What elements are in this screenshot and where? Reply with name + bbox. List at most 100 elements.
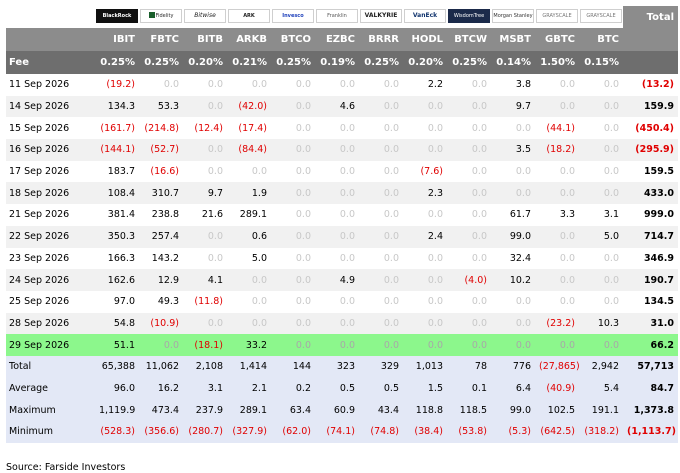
flow-value: 0.0 bbox=[471, 252, 487, 264]
fee-value: 0.20% bbox=[183, 51, 227, 74]
flow-value: 0.0 bbox=[295, 252, 311, 264]
flow-value: 0.0 bbox=[427, 296, 443, 308]
flow-value: 0.0 bbox=[359, 225, 403, 248]
summary-label: Maximum bbox=[6, 399, 95, 421]
flow-value: 0.0 bbox=[603, 122, 619, 134]
flow-value: 0.0 bbox=[339, 252, 355, 264]
flow-value: 0.0 bbox=[579, 139, 623, 161]
daily-flow-row: 21 Sep 2026 381.4 238.8 21.6 289.1 0.0 0.0 0.0 0… bbox=[6, 204, 678, 226]
flow-value: 4.9 bbox=[315, 269, 359, 291]
flow-value: 0.0 bbox=[403, 95, 447, 118]
flow-value: 0.0 bbox=[447, 95, 491, 118]
flow-value: 0.0 bbox=[535, 182, 579, 205]
bitwise-logo-icon: Bitwise bbox=[184, 8, 226, 23]
flow-value: 10.2 bbox=[491, 269, 535, 291]
flow-value: 0.0 bbox=[183, 139, 227, 161]
flow-value: (11.8) bbox=[194, 296, 223, 308]
fee-value: 0.15% bbox=[579, 51, 623, 74]
summary-total: 84.7 bbox=[623, 377, 678, 400]
flow-value: 0.0 bbox=[315, 182, 359, 205]
flow-value: 0.0 bbox=[315, 334, 359, 356]
issuer-logo-cell: GRAYSCALE bbox=[579, 6, 623, 28]
flow-value: 9.7 bbox=[183, 182, 227, 205]
fee-value: 0.25% bbox=[95, 51, 139, 74]
grayscale-logo-icon: GRAYSCALE bbox=[536, 8, 578, 23]
summary-value: (53.8) bbox=[447, 421, 491, 443]
valkyrie-logo-icon: VALKYRIE bbox=[360, 8, 402, 23]
summary-total: 1,373.8 bbox=[623, 399, 678, 421]
summary-value: 0.5 bbox=[315, 377, 359, 400]
flow-value: 0.0 bbox=[559, 166, 575, 178]
ticker-label: GBTC bbox=[535, 28, 579, 51]
flow-value: 0.0 bbox=[183, 95, 227, 118]
issuer-logo-text: VanEck bbox=[412, 11, 438, 19]
summary-value: 102.5 bbox=[535, 399, 579, 421]
flow-value: 0.0 bbox=[491, 312, 535, 335]
flow-value: 0.0 bbox=[271, 225, 315, 248]
row-total: (450.4) bbox=[635, 122, 674, 134]
flow-value: 61.7 bbox=[509, 209, 531, 221]
flow-value: 0.0 bbox=[271, 334, 315, 356]
flow-value: 0.0 bbox=[447, 225, 491, 248]
flow-value: 0.0 bbox=[471, 79, 487, 91]
ticker-label: BTC bbox=[579, 28, 623, 51]
flow-value: 238.8 bbox=[151, 209, 179, 221]
summary-value: (5.3) bbox=[491, 421, 535, 443]
row-date: 28 Sep 2026 bbox=[6, 312, 95, 335]
flow-value: (12.4) bbox=[194, 122, 223, 134]
flow-value: 0.0 bbox=[535, 225, 579, 248]
summary-value: (528.3) bbox=[95, 421, 139, 443]
flow-value: 21.6 bbox=[201, 209, 223, 221]
summary-value: 776 bbox=[491, 355, 535, 378]
fee-label: Fee bbox=[6, 51, 95, 74]
flow-value: 0.0 bbox=[295, 166, 311, 178]
row-date: 24 Sep 2026 bbox=[6, 269, 95, 291]
flow-value: 0.0 bbox=[471, 122, 487, 134]
issuer-logo-cell: ARK bbox=[227, 6, 271, 28]
flow-value: 289.1 bbox=[239, 209, 267, 221]
flow-value: 0.0 bbox=[227, 312, 271, 335]
summary-value: 1.5 bbox=[403, 377, 447, 400]
flow-value: 0.0 bbox=[579, 95, 623, 118]
summary-value: 329 bbox=[359, 355, 403, 378]
ticker-total-blank bbox=[623, 28, 678, 51]
ticker-label: ARKB bbox=[227, 28, 271, 51]
flow-value: 0.0 bbox=[427, 252, 443, 264]
summary-value: 5.4 bbox=[579, 377, 623, 400]
flow-value: 0.0 bbox=[403, 139, 447, 161]
summary-value: (62.0) bbox=[271, 421, 315, 443]
ticker-label: MSBT bbox=[491, 28, 535, 51]
summary-value: (642.5) bbox=[535, 421, 579, 443]
row-date: 29 Sep 2026 bbox=[6, 334, 95, 356]
daily-flow-row: 15 Sep 2026 (161.7) (214.8) (12.4) (17.4) 0.0… bbox=[6, 117, 678, 139]
row-date: 22 Sep 2026 bbox=[6, 225, 95, 248]
row-date: 15 Sep 2026 bbox=[9, 122, 70, 134]
flow-value: 0.0 bbox=[383, 166, 399, 178]
summary-value: 1,119.9 bbox=[95, 399, 139, 421]
morgan-stanley-logo-icon: Morgan Stanley bbox=[492, 8, 534, 23]
summary-value: (74.1) bbox=[315, 421, 359, 443]
issuer-logo-text: GRAYSCALE bbox=[542, 12, 572, 19]
flow-value: 350.3 bbox=[95, 225, 139, 248]
flow-value: 0.0 bbox=[471, 209, 487, 221]
daily-flow-row: 14 Sep 2026 134.3 53.3 0.0 (42.0) 0.0 4.6 0.0 0.… bbox=[6, 95, 678, 118]
corner-cell bbox=[6, 6, 95, 28]
issuer-logo-cell: Morgan Stanley bbox=[491, 6, 535, 28]
fee-value: 0.20% bbox=[403, 51, 447, 74]
flow-value: 2.4 bbox=[403, 225, 447, 248]
flow-value: 0.0 bbox=[603, 252, 619, 264]
row-total: 433.0 bbox=[623, 182, 678, 205]
flow-value: 12.9 bbox=[139, 269, 183, 291]
daily-flow-row: 25 Sep 2026 97.0 49.3 (11.8) 0.0 0.0 0.0 0.0 0.0… bbox=[6, 291, 678, 313]
flow-value: 0.0 bbox=[471, 166, 487, 178]
summary-row: Average 96.0 16.2 3.1 2.1 0.2 0.5 0.5 1.5 0.1 6.4(… bbox=[6, 377, 678, 400]
flow-value: (42.0) bbox=[227, 95, 271, 118]
issuer-logo-cell: Fidelity bbox=[139, 6, 183, 28]
flow-value: 381.4 bbox=[107, 209, 135, 221]
flow-value: 0.0 bbox=[139, 334, 183, 356]
franklin-logo-icon: Franklin bbox=[316, 8, 358, 23]
summary-value: 1,013 bbox=[403, 355, 447, 378]
daily-flow-row: 11 Sep 2026 (19.2) 0.0 0.0 0.0 0.0 0.0 0.0 2.2 0.… bbox=[6, 74, 678, 96]
daily-flow-row: 23 Sep 2026 166.3 143.2 0.0 5.0 0.0 0.0 0.0 0.0 0… bbox=[6, 248, 678, 270]
row-date: 25 Sep 2026 bbox=[9, 296, 70, 308]
